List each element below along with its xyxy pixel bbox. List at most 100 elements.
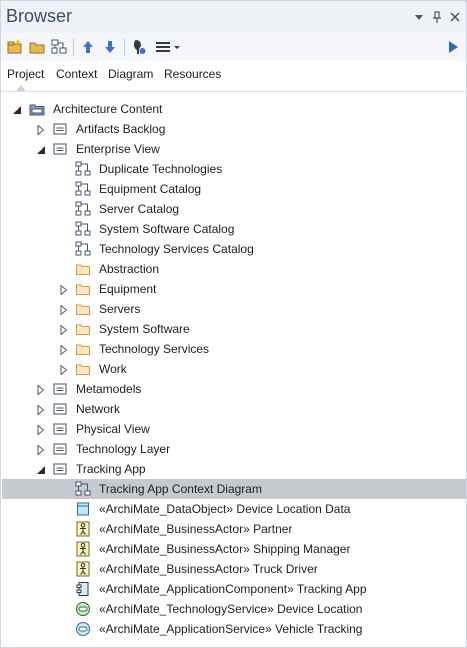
tree-item[interactable]: Technology Layer xyxy=(2,439,466,459)
locate-icon[interactable] xyxy=(130,38,148,56)
tree-item[interactable]: Technology Services Catalog xyxy=(2,239,466,259)
folder-icon xyxy=(75,321,91,337)
tree-item-label: «ArchiMate_DataObject» Device Location D… xyxy=(99,502,351,516)
collapse-arrow-icon[interactable] xyxy=(59,304,69,316)
new-package-icon[interactable] xyxy=(6,38,24,56)
expand-arrow-icon[interactable] xyxy=(36,144,46,154)
tree-item-label: «ArchiMate_ApplicationComponent» Trackin… xyxy=(99,582,367,596)
tree-item[interactable]: «ArchiMate_ApplicationService» Vehicle T… xyxy=(2,619,466,639)
folder-icon xyxy=(75,341,91,357)
tree-item[interactable]: Enterprise View xyxy=(2,139,466,159)
tree-item[interactable]: Equipment xyxy=(2,279,466,299)
tree-item[interactable]: Tracking App Context Diagram xyxy=(2,479,466,499)
expand-arrow-icon[interactable] xyxy=(12,104,22,114)
tab-diagram[interactable]: Diagram xyxy=(108,67,153,81)
folder-icon xyxy=(75,361,91,377)
tree-item-label: «ArchiMate_BusinessActor» Partner xyxy=(99,522,293,536)
folder-icon xyxy=(75,261,91,277)
tree-item[interactable]: System Software xyxy=(2,319,466,339)
tree-item[interactable]: Artifacts Backlog xyxy=(2,119,466,139)
package-icon xyxy=(52,141,68,157)
diagram-icon xyxy=(75,181,91,197)
diagram-icon xyxy=(75,221,91,237)
tab-project[interactable]: Project xyxy=(7,67,44,81)
collapse-arrow-icon[interactable] xyxy=(59,364,69,376)
tab-resources[interactable]: Resources xyxy=(164,67,221,81)
toolbar xyxy=(1,33,466,61)
toolbar-separator xyxy=(124,38,125,56)
tree-item-label: Architecture Content xyxy=(53,102,163,116)
tree-item-label: System Software Catalog xyxy=(99,222,235,236)
tree-item[interactable]: Work xyxy=(2,359,466,379)
tree-item-label: Network xyxy=(76,402,121,416)
tree-item-label: System Software xyxy=(99,322,190,336)
tree-item-label: Duplicate Technologies xyxy=(99,162,223,176)
business-actor-icon xyxy=(75,561,91,577)
window-title: Browser xyxy=(6,6,73,26)
toolbar-separator xyxy=(73,38,74,56)
dropdown-icon[interactable] xyxy=(412,10,426,24)
tree-item[interactable]: «ArchiMate_BusinessActor» Truck Driver xyxy=(2,559,466,579)
tree-item[interactable]: Duplicate Technologies xyxy=(2,159,466,179)
tree-item[interactable]: «ArchiMate_TechnologyService» Device Loc… xyxy=(2,599,466,619)
package-icon xyxy=(52,441,68,457)
new-diagram-icon[interactable] xyxy=(50,38,68,56)
tree-item[interactable]: Servers xyxy=(2,299,466,319)
tree-item[interactable]: «ArchiMate_DataObject» Device Location D… xyxy=(2,499,466,519)
tree-item[interactable]: Technology Services xyxy=(2,339,466,359)
close-icon[interactable] xyxy=(448,10,462,24)
tree-item[interactable]: Server Catalog xyxy=(2,199,466,219)
move-up-icon[interactable] xyxy=(79,38,97,56)
collapse-arrow-icon[interactable] xyxy=(59,324,69,336)
tree-item[interactable]: «ArchiMate_BusinessActor» Partner xyxy=(2,519,466,539)
tree-item-label: Technology Layer xyxy=(76,442,171,456)
tree-item-label: «ArchiMate_BusinessActor» Truck Driver xyxy=(99,562,318,576)
active-tab-indicator xyxy=(16,85,26,91)
tree-item[interactable]: Architecture Content xyxy=(2,99,466,119)
new-folder-icon[interactable] xyxy=(28,38,46,56)
tree-item[interactable]: «ArchiMate_ApplicationComponent» Trackin… xyxy=(2,579,466,599)
tree-item-label: «ArchiMate_ApplicationService» Vehicle T… xyxy=(99,622,363,636)
business-actor-icon xyxy=(75,521,91,537)
package-icon xyxy=(52,421,68,437)
pin-icon[interactable] xyxy=(430,10,444,24)
tree-item[interactable]: System Software Catalog xyxy=(2,219,466,239)
tree-item[interactable]: «ArchiMate_BusinessActor» Shipping Manag… xyxy=(2,539,466,559)
tree-item-label: Metamodels xyxy=(76,382,142,396)
collapse-arrow-icon[interactable] xyxy=(36,384,46,396)
expand-arrow-icon[interactable] xyxy=(36,464,46,474)
tree-item-label: Artifacts Backlog xyxy=(76,122,166,136)
tree-item-label: Enterprise View xyxy=(76,142,160,156)
browser-panel: Browser Project Context Diagram Resource… xyxy=(0,0,467,648)
application-service-icon xyxy=(75,621,91,637)
tree-item[interactable]: Abstraction xyxy=(2,259,466,279)
menu-icon[interactable] xyxy=(154,38,182,56)
move-down-icon[interactable] xyxy=(101,38,119,56)
collapse-arrow-icon[interactable] xyxy=(36,124,46,136)
tree-item[interactable]: Equipment Catalog xyxy=(2,179,466,199)
tree-item[interactable]: Tracking App xyxy=(2,459,466,479)
package-icon xyxy=(52,461,68,477)
collapse-arrow-icon[interactable] xyxy=(59,344,69,356)
tree-item-label: «ArchiMate_BusinessActor» Shipping Manag… xyxy=(99,542,351,556)
collapse-arrow-icon[interactable] xyxy=(59,284,69,296)
tree-item-label: Technology Services xyxy=(99,342,210,356)
diagram-icon xyxy=(75,241,91,257)
tree-item-label: «ArchiMate_TechnologyService» Device Loc… xyxy=(99,602,363,616)
tree-item[interactable]: Metamodels xyxy=(2,379,466,399)
folder-icon xyxy=(75,301,91,317)
tree-item-label: Technology Services Catalog xyxy=(99,242,254,256)
tree-item-label: Abstraction xyxy=(99,262,160,276)
tree-item[interactable]: Network xyxy=(2,399,466,419)
collapse-arrow-icon[interactable] xyxy=(36,444,46,456)
collapse-arrow-icon[interactable] xyxy=(36,424,46,436)
collapse-arrow-icon[interactable] xyxy=(36,404,46,416)
run-icon[interactable] xyxy=(444,38,462,56)
tab-context[interactable]: Context xyxy=(56,67,97,81)
tree-item[interactable]: Physical View xyxy=(2,419,466,439)
business-actor-icon xyxy=(75,541,91,557)
tree-item-label: Tracking App xyxy=(76,462,146,476)
diagram-icon xyxy=(75,201,91,217)
folder-icon xyxy=(75,281,91,297)
tree-item-label: Server Catalog xyxy=(99,202,180,216)
